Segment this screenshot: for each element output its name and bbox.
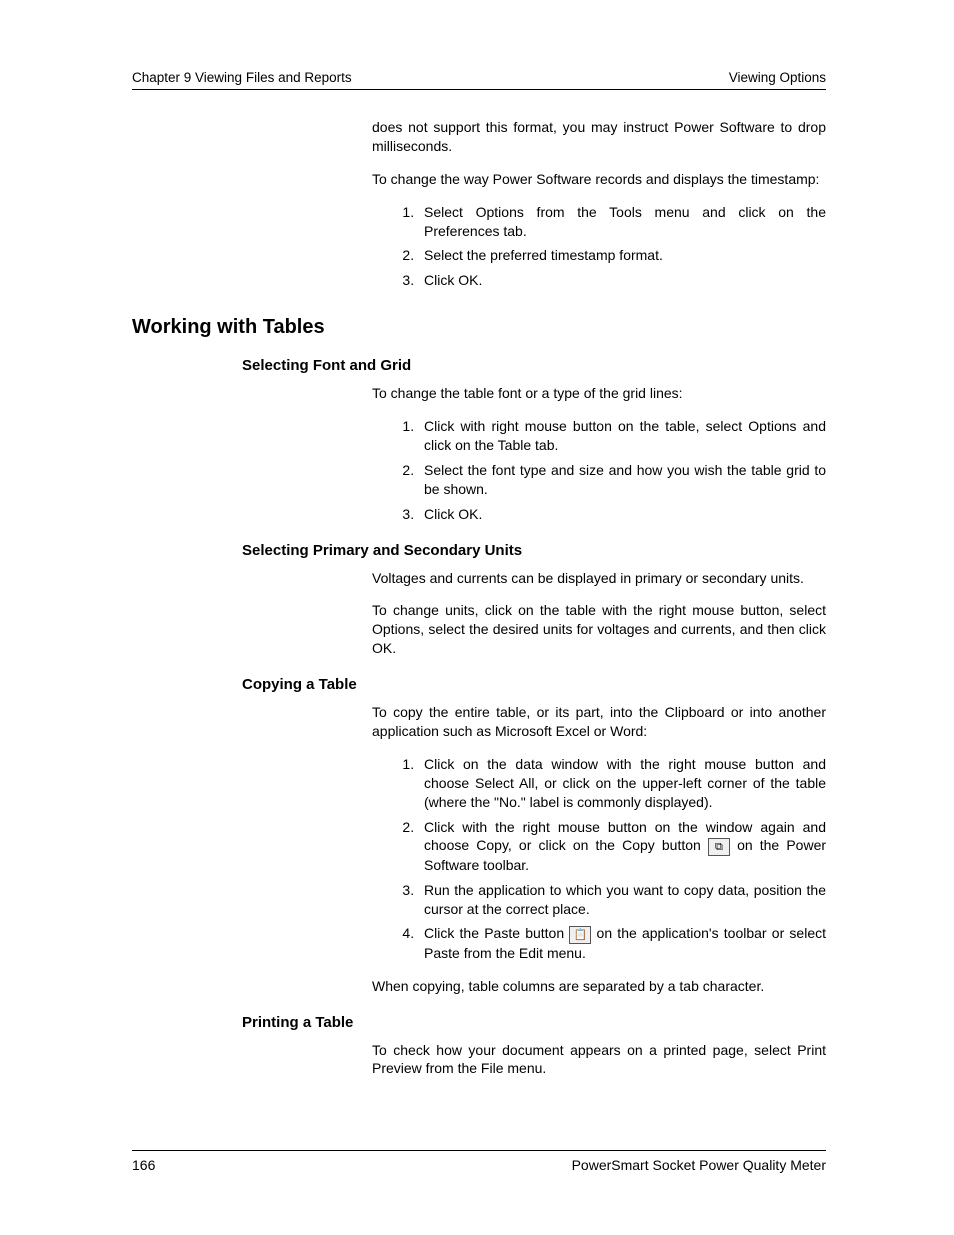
intro-step-2: Select the preferred timestamp format. (418, 246, 826, 265)
sec3-step-1: Click on the data window with the right … (418, 755, 826, 812)
heading-printing-table: Printing a Table (242, 1014, 826, 1031)
sec4-block: To check how your document appears on a … (372, 1041, 826, 1079)
copy-icon: ⧉ (708, 838, 730, 856)
sec3-step-3: Run the application to which you want to… (418, 881, 826, 919)
intro-step-1: Select Options from the Tools menu and c… (418, 203, 826, 241)
heading-copying-table: Copying a Table (242, 676, 826, 693)
sec4-p1: To check how your document appears on a … (372, 1041, 826, 1079)
intro-p1: does not support this format, you may in… (372, 118, 826, 156)
sec2-block: Voltages and currents can be displayed i… (372, 569, 826, 659)
footer-page: 166 (132, 1157, 155, 1173)
paste-icon: 📋 (569, 926, 591, 944)
header-right: Viewing Options (729, 70, 826, 85)
sec3-block: To copy the entire table, or its part, i… (372, 703, 826, 995)
sec1-block: To change the table font or a type of th… (372, 384, 826, 523)
running-foot: 166 PowerSmart Socket Power Quality Mete… (132, 1150, 826, 1173)
intro-step-3: Click OK. (418, 271, 826, 290)
intro-p2: To change the way Power Software records… (372, 170, 826, 189)
header-left: Chapter 9 Viewing Files and Reports (132, 70, 352, 85)
sec3-p1: To copy the entire table, or its part, i… (372, 703, 826, 741)
heading-working-with-tables: Working with Tables (132, 316, 826, 339)
intro-steps: Select Options from the Tools menu and c… (372, 203, 826, 291)
heading-selecting-units: Selecting Primary and Secondary Units (242, 542, 826, 559)
intro-block: does not support this format, you may in… (372, 118, 826, 290)
running-head: Chapter 9 Viewing Files and Reports View… (132, 70, 826, 90)
sec3-p2: When copying, table columns are separate… (372, 977, 826, 996)
footer-title: PowerSmart Socket Power Quality Meter (572, 1157, 826, 1173)
heading-selecting-font-grid: Selecting Font and Grid (242, 357, 826, 374)
sec1-steps: Click with right mouse button on the tab… (372, 417, 826, 523)
sec1-step-2: Select the font type and size and how yo… (418, 461, 826, 499)
sec2-p1: Voltages and currents can be displayed i… (372, 569, 826, 588)
sec1-step-3: Click OK. (418, 505, 826, 524)
sec3-step-4a: Click the Paste button (424, 925, 569, 941)
sec3-step-4: Click the Paste button 📋 on the applicat… (418, 924, 826, 962)
page: Chapter 9 Viewing Files and Reports View… (0, 0, 954, 1235)
sec1-step-1: Click with right mouse button on the tab… (418, 417, 826, 455)
sec3-steps: Click on the data window with the right … (372, 755, 826, 963)
sec2-p2: To change units, click on the table with… (372, 601, 826, 658)
sec3-step-2: Click with the right mouse button on the… (418, 818, 826, 875)
sec1-p1: To change the table font or a type of th… (372, 384, 826, 403)
